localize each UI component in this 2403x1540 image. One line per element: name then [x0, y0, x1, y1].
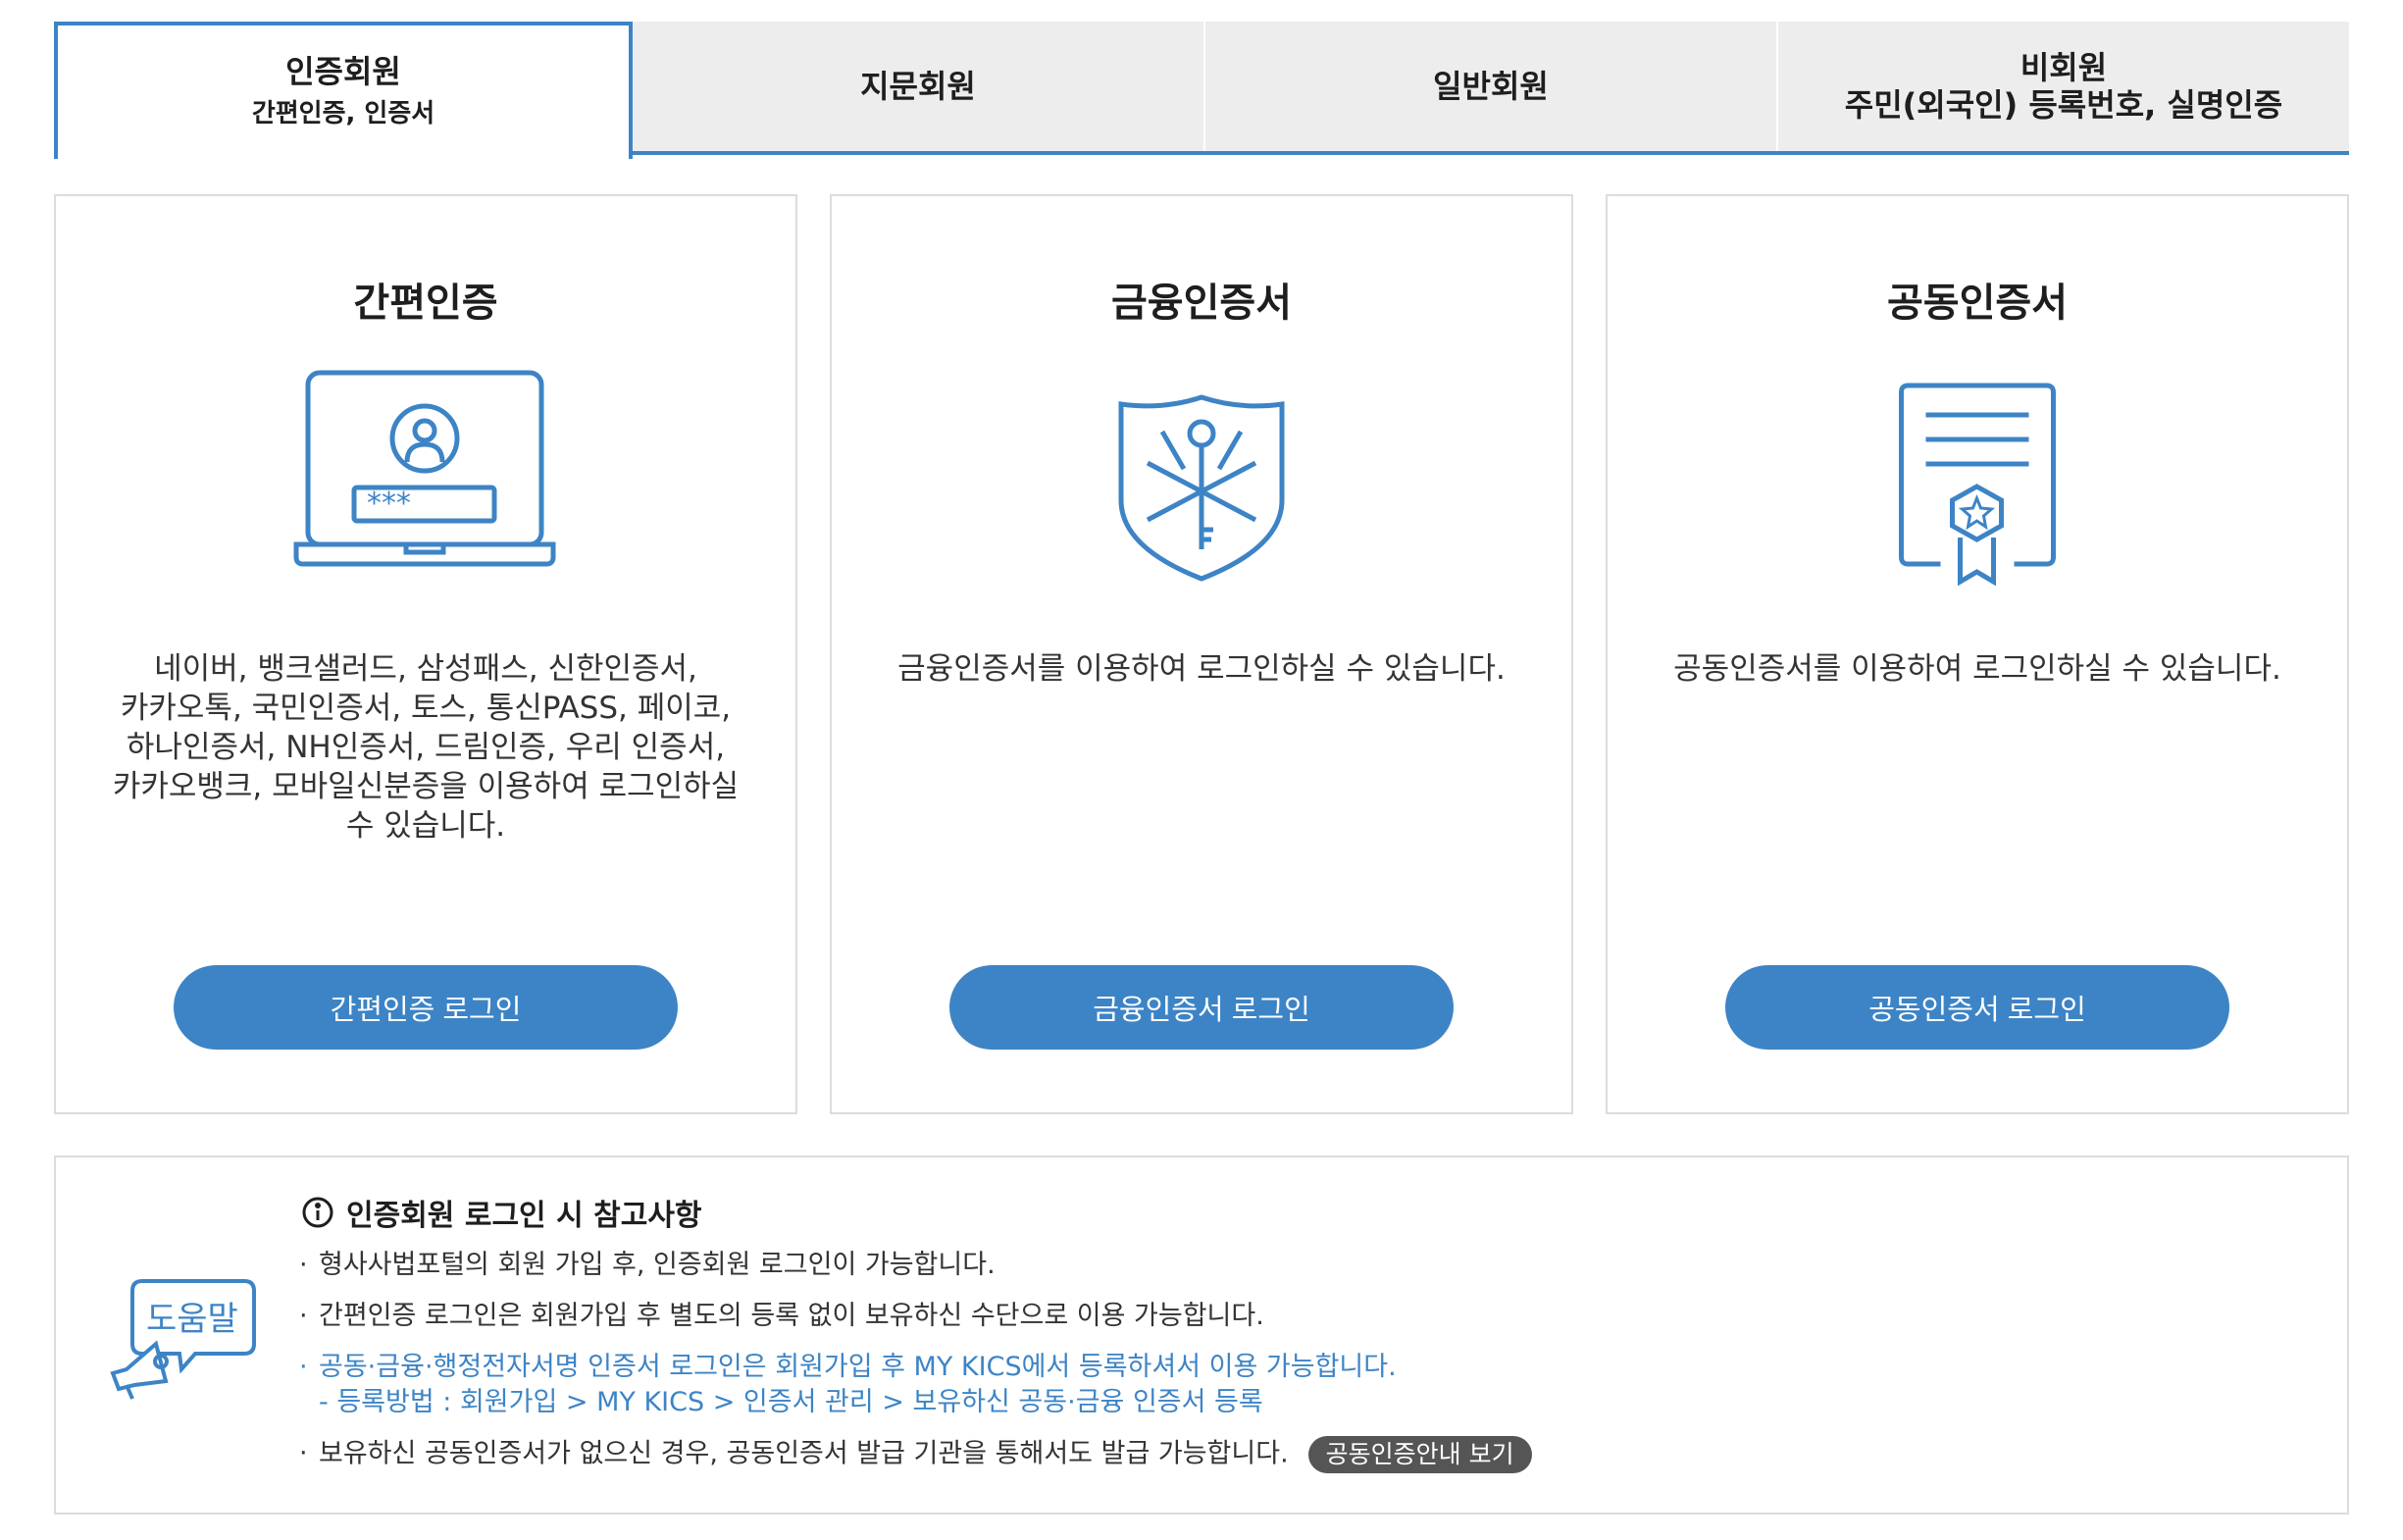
password-mask: ***	[367, 487, 411, 521]
shield-key-icon	[1113, 392, 1290, 588]
tab-label: 인증회원	[285, 53, 401, 90]
financial-cert-login-button[interactable]: 금융인증서 로그인	[949, 965, 1454, 1050]
list-item: 간편인증 로그인은 회원가입 후 별도의 등록 없이 보유하신 수단으로 이용 …	[299, 1299, 1532, 1334]
login-notice-box: 도움말 인증회원 로그인 시 참고사항 형사사법포털의 회원 가입 후, 인증회…	[54, 1155, 2349, 1514]
help-label: 도움말	[146, 1300, 238, 1339]
list-item: 공동·금융·행정전자서명 인증서 로그인은 회원가입 후 MY KICS에서 등…	[299, 1350, 1532, 1420]
card-title: 간편인증	[353, 281, 498, 326]
notice-title-text: 인증회원 로그인 시 참고사항	[346, 1199, 702, 1233]
info-icon	[302, 1197, 333, 1228]
member-type-tabs: 인증회원 간편인증, 인증서 지문회원 일반회원 비회원 주민(외국인) 등록번…	[54, 22, 2349, 159]
login-method-cards: 간편인증 *** 네이버, 뱅크샐러드, 삼성패스, 신한인증서, 카카오톡, …	[54, 194, 2349, 1114]
tab-label: 지문회원	[860, 68, 976, 105]
help-megaphone-icon: 도움말	[105, 1275, 262, 1407]
tab-label: 비회원	[2020, 49, 2108, 86]
card-title: 금융인증서	[1111, 281, 1292, 326]
card-simple-auth: 간편인증 *** 네이버, 뱅크샐러드, 삼성패스, 신한인증서, 카카오톡, …	[54, 194, 797, 1114]
joint-cert-guide-button[interactable]: 공동인증안내 보기	[1307, 1436, 1532, 1473]
registration-method: - 등록방법 : 회원가입 > MY KICS > 인증서 관리 > 보유하신 …	[319, 1387, 1263, 1417]
card-description: 네이버, 뱅크샐러드, 삼성패스, 신한인증서, 카카오톡, 국민인증서, 토스…	[112, 651, 740, 844]
tab-certified-member[interactable]: 인증회원 간편인증, 인증서	[54, 22, 633, 159]
tab-general-member[interactable]: 일반회원	[1205, 22, 1778, 151]
card-description: 금융인증서를 이용하여 로그인하실 수 있습니다.	[897, 651, 1506, 687]
tab-sublabel: 주민(외국인) 등록번호, 실명인증	[1844, 86, 2283, 124]
certificate-icon	[1897, 381, 2059, 592]
simple-auth-login-button[interactable]: 간편인증 로그인	[174, 965, 678, 1050]
list-item: 형사사법포털의 회원 가입 후, 인증회원 로그인이 가능합니다.	[299, 1248, 1532, 1283]
card-title: 공동인증서	[1887, 281, 2068, 326]
tab-non-member[interactable]: 비회원 주민(외국인) 등록번호, 실명인증	[1778, 22, 2349, 151]
notice-list: 형사사법포털의 회원 가입 후, 인증회원 로그인이 가능합니다. 간편인증 로…	[299, 1248, 1532, 1473]
notice-title: 인증회원 로그인 시 참고사항	[301, 1191, 702, 1234]
card-description: 공동인증서를 이용하여 로그인하실 수 있습니다.	[1673, 651, 2281, 687]
laptop-login-icon: ***	[293, 368, 558, 578]
card-financial-cert: 금융인증서 금융인증서를 이용하여 로그인하실 수 있습니다. 금융인증서 로그…	[830, 194, 1573, 1114]
card-joint-cert: 공동인증서 공동인증서를 이용하여 로그인하실 수 있습니다. 공동인증서 로그…	[1606, 194, 2349, 1114]
tab-label: 일반회원	[1433, 68, 1549, 105]
list-item: 보유하신 공동인증서가 없으신 경우, 공동인증서 발급 기관을 통해서도 발급…	[299, 1436, 1532, 1473]
joint-cert-login-button[interactable]: 공동인증서 로그인	[1725, 965, 2229, 1050]
tab-fingerprint-member[interactable]: 지문회원	[633, 22, 1205, 151]
tab-sublabel: 간편인증, 인증서	[251, 99, 435, 128]
